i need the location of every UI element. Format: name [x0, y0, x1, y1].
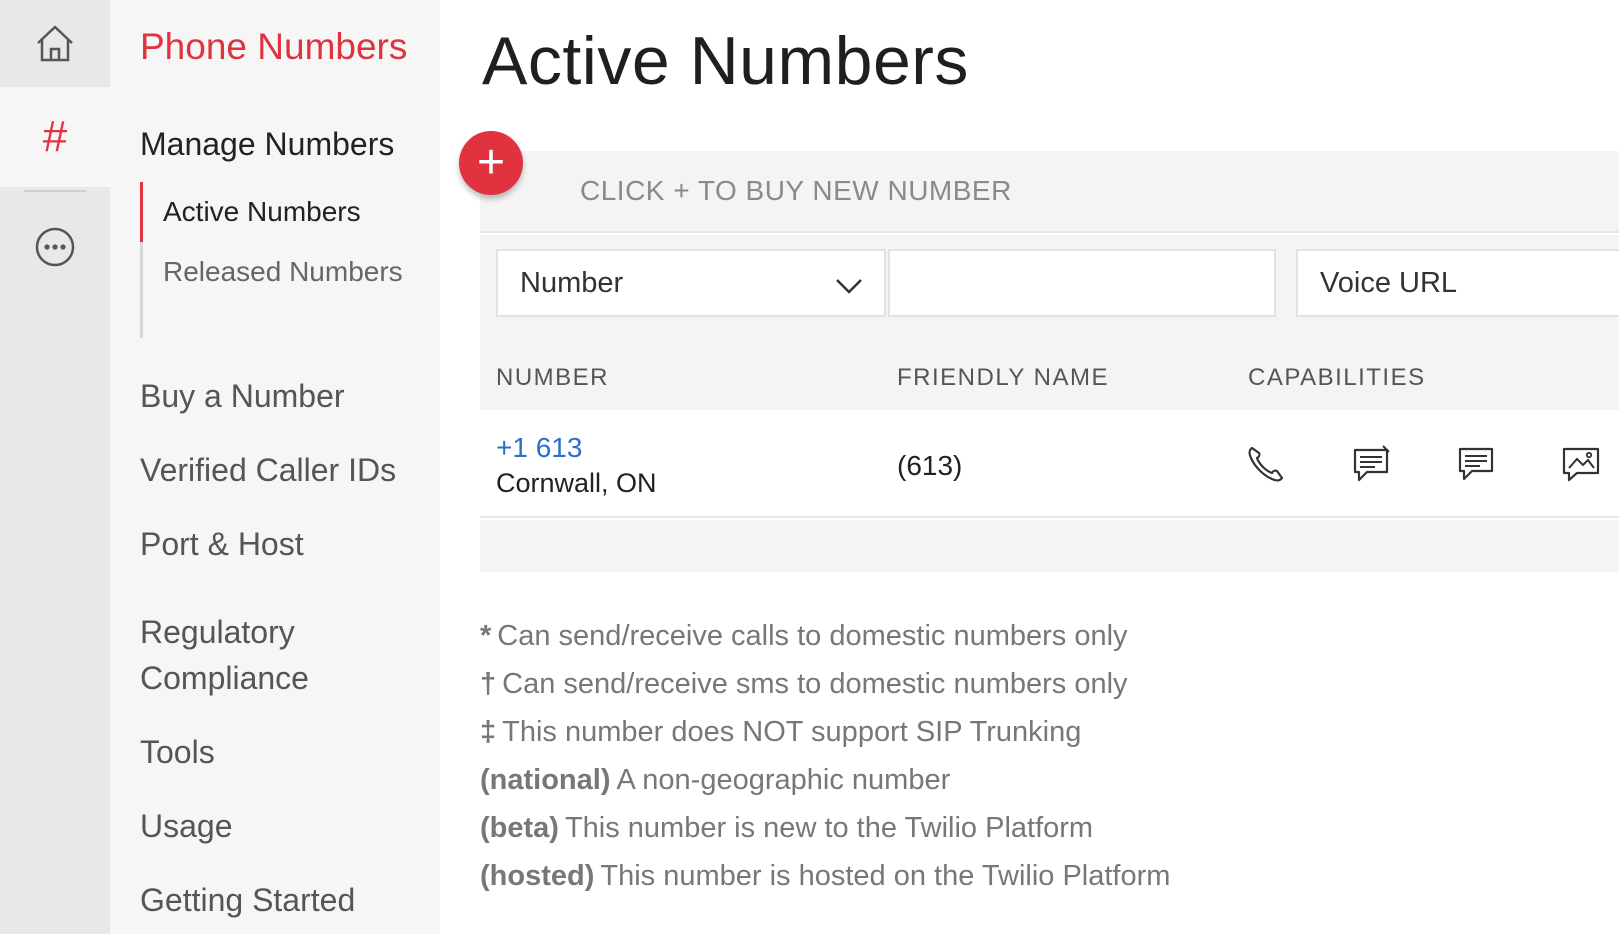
filter-value-input[interactable] [888, 249, 1276, 317]
home-icon [37, 25, 73, 61]
friendly-name: (613) [897, 450, 963, 481]
buy-hint-text: CLICK + TO BUY NEW NUMBER [580, 175, 1012, 206]
table-row[interactable]: +1 613 Cornwall, ON (613) [480, 410, 1619, 518]
legend-text: This number does NOT support SIP Trunkin… [502, 716, 1082, 748]
nav-link-getting-started[interactable]: Getting Started [140, 877, 430, 923]
legend-text: Can send/receive calls to domestic numbe… [497, 620, 1128, 652]
subnav: Active Numbers Released Numbers [140, 182, 430, 338]
side-navigation: Phone Numbers Manage Numbers Active Numb… [110, 0, 440, 934]
active-indicator [140, 182, 143, 242]
legend: * Can send/receive calls to domestic numb… [480, 612, 1580, 900]
legend-item: ‡ This number does NOT support SIP Trunki… [480, 708, 1580, 756]
sms-icon [1353, 445, 1390, 482]
nav-title[interactable]: Phone Numbers [140, 26, 407, 68]
column-header-friendly-name: FRIENDLY NAME [897, 364, 1109, 391]
nav-link-port-host[interactable]: Port & Host [140, 521, 430, 567]
legend-item: † Can send/receive sms to domestic number… [480, 660, 1580, 708]
legend-item: (national) A non-geographic number [480, 756, 1580, 804]
legend-text: This number is new to the Twilio Platfor… [564, 812, 1094, 844]
legend-text: A non-geographic number [616, 764, 951, 796]
add-number-button[interactable]: + [459, 131, 523, 195]
hash-icon: # [42, 112, 68, 161]
legend-item: (beta) This number is new to the Twilio P… [480, 804, 1580, 852]
filter-voice-url[interactable]: Voice URL [1296, 249, 1619, 317]
table-footer [480, 520, 1619, 572]
legend-mark: (beta) [480, 812, 559, 844]
legend-mark: † [480, 668, 497, 700]
icon-rail: # [0, 0, 110, 934]
subnav-item-active-numbers[interactable]: Active Numbers [163, 194, 413, 230]
legend-text: This number is hosted on the Twilio Plat… [600, 860, 1171, 892]
buy-number-banner: CLICK + TO BUY NEW NUMBER [480, 151, 1619, 233]
main-content: Active Numbers CLICK + TO BUY NEW NUMBER… [440, 0, 1619, 934]
rail-more[interactable] [0, 212, 110, 282]
rail-home[interactable] [0, 0, 110, 87]
legend-mark: (national) [480, 764, 611, 796]
rail-divider [24, 190, 86, 192]
legend-text: Can send/receive sms to domestic numbers… [502, 668, 1128, 700]
message-icon [1458, 447, 1494, 481]
filter-field-select[interactable]: Number [496, 249, 886, 317]
voice-icon [1248, 446, 1284, 482]
legend-mark: (hosted) [480, 860, 595, 892]
nav-link-usage[interactable]: Usage [140, 803, 430, 849]
legend-item: (hosted) This number is hosted on the Twi… [480, 852, 1580, 900]
nav-link-regulatory-compliance[interactable]: Regulatory Compliance [140, 609, 430, 701]
legend-mark: ‡ [480, 716, 497, 748]
nav-section-manage-numbers[interactable]: Manage Numbers [140, 126, 394, 163]
number-location: Cornwall, ON [496, 468, 657, 498]
rail-phone-numbers[interactable]: # [0, 87, 110, 187]
subnav-item-released-numbers[interactable]: Released Numbers [163, 254, 413, 290]
column-header-capabilities: CAPABILITIES [1248, 364, 1426, 391]
legend-item: * Can send/receive calls to domestic numb… [480, 612, 1580, 660]
nav-link-verified-caller-ids[interactable]: Verified Caller IDs [140, 447, 430, 493]
more-icon [35, 227, 75, 267]
phone-number-link[interactable]: +1 613 [496, 432, 582, 464]
nav-link-tools[interactable]: Tools [140, 729, 430, 775]
filter-select-value: Number [520, 266, 624, 299]
mms-icon [1562, 447, 1600, 482]
column-header-number: NUMBER [496, 364, 610, 391]
chevron-down-icon [836, 279, 862, 294]
nav-link-buy-a-number[interactable]: Buy a Number [140, 373, 430, 419]
legend-mark: * [480, 620, 492, 652]
page-title: Active Numbers [482, 23, 969, 99]
filter-area: Number Voice URL NUMBER FRIENDLY NAME CA… [480, 235, 1619, 410]
